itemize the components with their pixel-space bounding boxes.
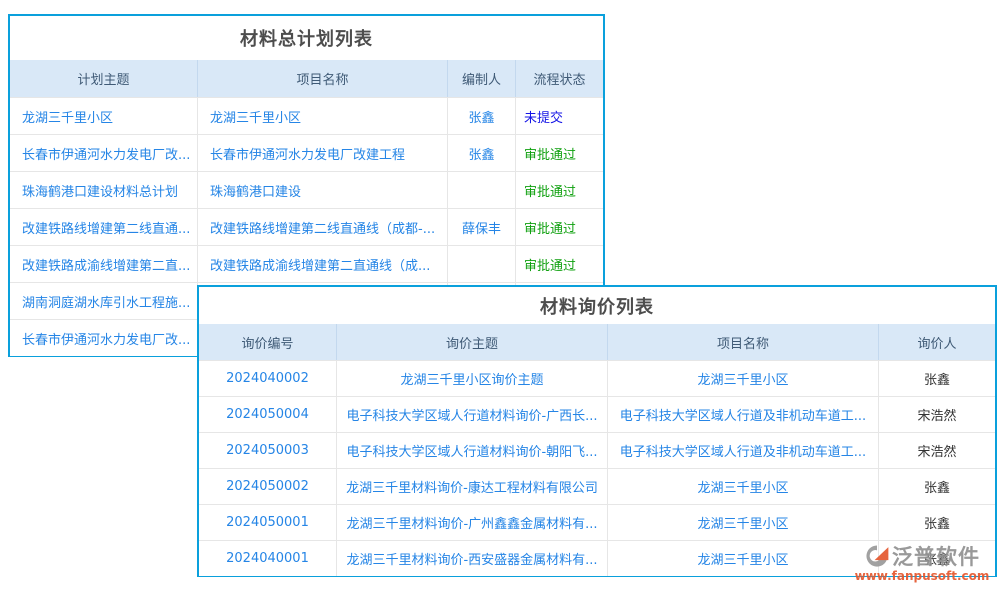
table-cell: 张鑫 (879, 505, 995, 540)
watermark: 泛普软件 www.fanpusoft.com (846, 541, 998, 583)
table-cell[interactable]: 湖南洞庭湖水库引水工程施... (10, 283, 198, 319)
table-cell[interactable]: 长春市伊通河水力发电厂改... (10, 135, 198, 171)
plan-table-title: 材料总计划列表 (10, 16, 603, 60)
material-inquiry-panel: 材料询价列表 询价编号询价主题项目名称询价人 2024040002龙湖三千里小区… (197, 285, 997, 577)
table-cell[interactable]: 2024050003 (199, 433, 337, 468)
table-cell[interactable]: 2024050002 (199, 469, 337, 504)
table-row[interactable]: 龙湖三千里小区龙湖三千里小区张鑫未提交 (10, 97, 603, 134)
table-row[interactable]: 2024050004电子科技大学区域人行道材料询价-广西长...电子科技大学区域… (199, 396, 995, 432)
table-cell: 宋浩然 (879, 433, 995, 468)
table-cell[interactable]: 2024040002 (199, 361, 337, 396)
column-header-3: 流程状态 (516, 60, 603, 97)
table-cell[interactable]: 龙湖三千里小区 (608, 469, 879, 504)
table-row[interactable]: 改建铁路线增建第二线直通...改建铁路线增建第二线直通线（成都-...薛保丰审批… (10, 208, 603, 245)
column-header-0: 计划主题 (10, 60, 198, 97)
table-cell[interactable]: 龙湖三千里小区询价主题 (337, 361, 608, 396)
fanpu-logo-icon (864, 543, 890, 569)
table-cell[interactable]: 审批通过 (516, 135, 603, 171)
table-cell[interactable]: 龙湖三千里小区 (608, 505, 879, 540)
table-cell: 张鑫 (879, 469, 995, 504)
table-cell[interactable]: 珠海鹤港口建设 (198, 172, 448, 208)
table-cell[interactable]: 审批通过 (516, 172, 603, 208)
table-cell[interactable]: 2024040001 (199, 541, 337, 576)
table-cell[interactable]: 龙湖三千里小区 (608, 541, 879, 576)
page: 材料总计划列表 计划主题项目名称编制人流程状态 龙湖三千里小区龙湖三千里小区张鑫… (0, 0, 1000, 600)
table-row[interactable]: 2024050003电子科技大学区域人行道材料询价-朝阳飞...电子科技大学区域… (199, 432, 995, 468)
column-header-1: 项目名称 (198, 60, 448, 97)
table-cell[interactable]: 长春市伊通河水力发电厂改... (10, 320, 198, 356)
table-cell[interactable]: 龙湖三千里小区 (608, 361, 879, 396)
table-cell[interactable]: 电子科技大学区域人行道材料询价-广西长... (337, 397, 608, 432)
table-row[interactable]: 长春市伊通河水力发电厂改...长春市伊通河水力发电厂改建工程张鑫审批通过 (10, 134, 603, 171)
column-header-2: 编制人 (448, 60, 516, 97)
table-cell[interactable]: 改建铁路线增建第二线直通线（成都-... (198, 209, 448, 245)
table-cell[interactable]: 电子科技大学区域人行道及非机动车道工... (608, 433, 879, 468)
table-row[interactable]: 2024050001龙湖三千里材料询价-广州鑫鑫金属材料有...龙湖三千里小区张… (199, 504, 995, 540)
column-header-1: 询价主题 (337, 324, 608, 360)
table-cell (448, 246, 516, 282)
table-cell[interactable]: 珠海鹤港口建设材料总计划 (10, 172, 198, 208)
table-cell (448, 172, 516, 208)
table-cell[interactable]: 龙湖三千里材料询价-康达工程材料有限公司 (337, 469, 608, 504)
inquiry-table-header-row: 询价编号询价主题项目名称询价人 (199, 324, 995, 360)
table-row[interactable]: 改建铁路成渝线增建第二直...改建铁路成渝线增建第二直通线（成... 审批通过 (10, 245, 603, 282)
plan-table-header-row: 计划主题项目名称编制人流程状态 (10, 60, 603, 97)
table-cell[interactable]: 未提交 (516, 98, 603, 134)
table-row[interactable]: 2024040002龙湖三千里小区询价主题龙湖三千里小区张鑫 (199, 360, 995, 396)
table-cell[interactable]: 龙湖三千里小区 (198, 98, 448, 134)
table-cell: 宋浩然 (879, 397, 995, 432)
table-cell[interactable]: 电子科技大学区域人行道材料询价-朝阳飞... (337, 433, 608, 468)
table-cell[interactable]: 电子科技大学区域人行道及非机动车道工... (608, 397, 879, 432)
table-row[interactable]: 2024050002龙湖三千里材料询价-康达工程材料有限公司龙湖三千里小区张鑫 (199, 468, 995, 504)
table-row[interactable]: 珠海鹤港口建设材料总计划珠海鹤港口建设 审批通过 (10, 171, 603, 208)
table-cell[interactable]: 审批通过 (516, 209, 603, 245)
table-cell[interactable]: 改建铁路成渝线增建第二直通线（成... (198, 246, 448, 282)
table-cell[interactable]: 长春市伊通河水力发电厂改建工程 (198, 135, 448, 171)
watermark-brand: 泛普软件 (892, 541, 980, 571)
table-cell[interactable]: 改建铁路成渝线增建第二直... (10, 246, 198, 282)
watermark-url: www.fanpusoft.com (846, 569, 998, 583)
table-cell[interactable]: 龙湖三千里材料询价-广州鑫鑫金属材料有... (337, 505, 608, 540)
table-cell[interactable]: 张鑫 (448, 135, 516, 171)
inquiry-table-title: 材料询价列表 (199, 287, 995, 324)
table-cell[interactable]: 龙湖三千里小区 (10, 98, 198, 134)
table-cell[interactable]: 张鑫 (448, 98, 516, 134)
column-header-0: 询价编号 (199, 324, 337, 360)
column-header-3: 询价人 (879, 324, 995, 360)
table-cell[interactable]: 2024050001 (199, 505, 337, 540)
table-cell[interactable]: 龙湖三千里材料询价-西安盛器金属材料有... (337, 541, 608, 576)
table-cell[interactable]: 改建铁路线增建第二线直通... (10, 209, 198, 245)
table-cell[interactable]: 薛保丰 (448, 209, 516, 245)
table-cell: 张鑫 (879, 361, 995, 396)
table-cell[interactable]: 审批通过 (516, 246, 603, 282)
table-cell[interactable]: 2024050004 (199, 397, 337, 432)
column-header-2: 项目名称 (608, 324, 879, 360)
